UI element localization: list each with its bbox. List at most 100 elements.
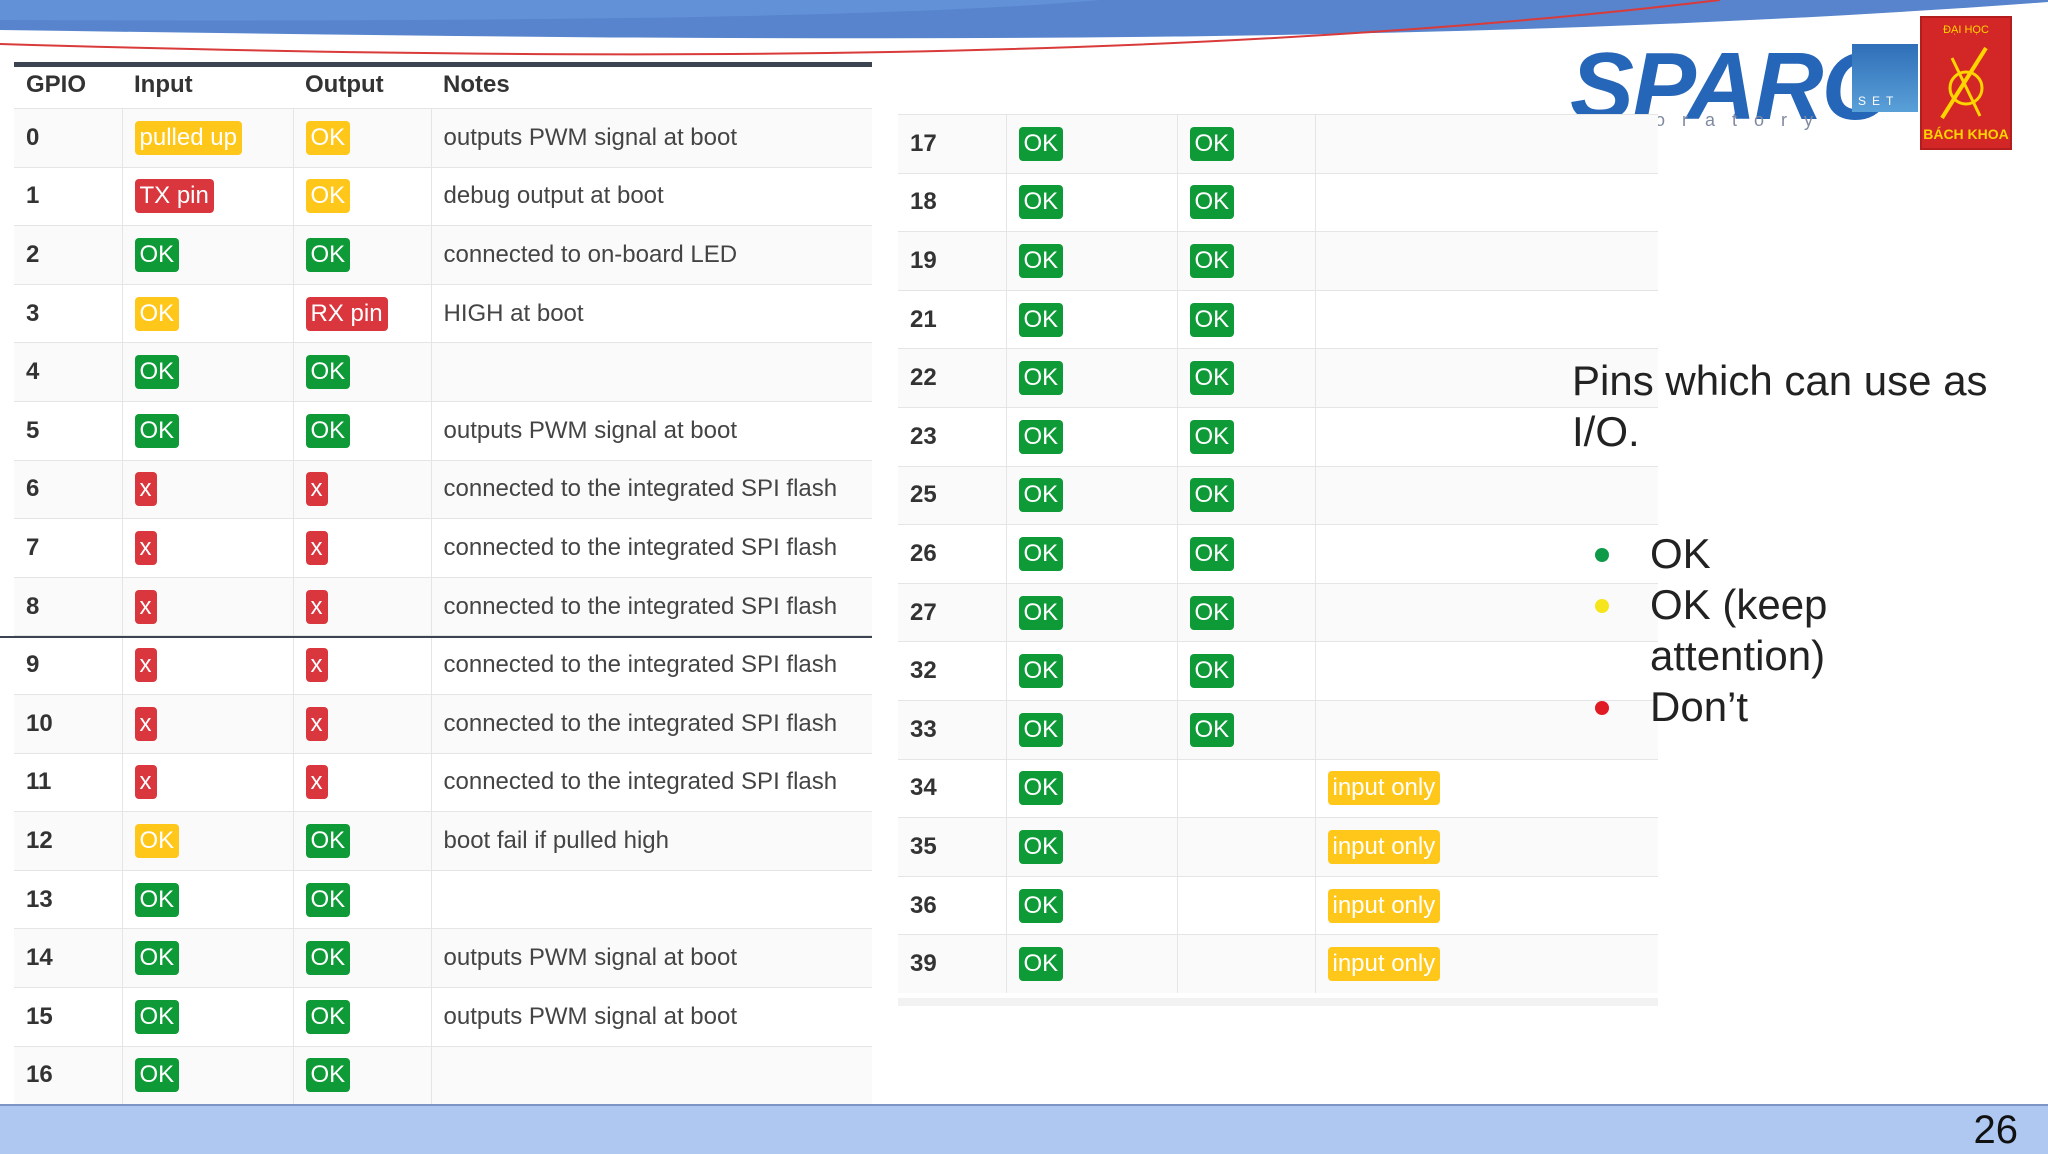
gpio-number: 23 xyxy=(898,406,1006,467)
input-cell: OK xyxy=(121,342,293,402)
status-badge: OK xyxy=(1018,595,1064,630)
notes-cell: outputs PWM signal at boot xyxy=(430,928,872,988)
notes-cell xyxy=(1314,231,1658,291)
table-row: 18 OK OK xyxy=(898,172,1658,232)
gpio-number: 6 xyxy=(14,459,122,519)
status-badge: OK xyxy=(305,120,351,155)
gpio-number: 27 xyxy=(898,582,1006,642)
output-cell: x xyxy=(292,576,431,636)
output-cell: OK xyxy=(1176,289,1315,349)
output-cell: OK xyxy=(1176,524,1315,584)
table-row: 21 OK OK xyxy=(898,289,1658,349)
notes-cell xyxy=(430,342,872,402)
status-badge: OK xyxy=(305,999,351,1034)
side-heading: Pins which can use as I/O. xyxy=(1572,357,1988,455)
status-badge: OK xyxy=(305,355,351,390)
status-badge: OK xyxy=(134,413,180,448)
notes-cell xyxy=(1314,172,1658,232)
status-badge: OK xyxy=(1189,361,1235,396)
table-row: 0 pulled up OK outputs PWM signal at boot xyxy=(14,108,872,168)
status-badge: OK xyxy=(1189,712,1235,747)
notes-cell: debug output at boot xyxy=(430,166,872,226)
table-row: 33 OK OK xyxy=(898,699,1658,760)
input-cell: OK xyxy=(1005,875,1177,935)
input-cell: OK xyxy=(121,811,293,871)
table-row: 13 OK OK xyxy=(14,869,872,929)
table-row: 2 OK OK connected to on-board LED xyxy=(14,225,872,285)
gpio-number: 22 xyxy=(898,348,1006,408)
status-badge: OK xyxy=(1189,419,1235,454)
status-badge: OK xyxy=(134,296,180,331)
status-badge: OK xyxy=(305,1058,351,1093)
output-cell: OK xyxy=(292,986,431,1046)
header-gpio: GPIO xyxy=(26,71,87,98)
input-cell: pulled up xyxy=(121,108,293,168)
status-badge: OK xyxy=(134,355,180,390)
output-cell: OK xyxy=(292,166,431,226)
table-row: 27 OK OK xyxy=(898,582,1658,642)
output-cell: x xyxy=(292,693,431,754)
gpio-number: 33 xyxy=(898,699,1006,760)
table-row: 35 OK input only xyxy=(898,817,1658,877)
output-cell xyxy=(1176,817,1315,877)
gpio-number: 0 xyxy=(14,108,122,168)
table-row: 23 OK OK xyxy=(898,406,1658,467)
status-badge: x xyxy=(134,530,157,565)
status-badge: OK xyxy=(134,1058,180,1093)
right-table-bottom-band xyxy=(898,998,1658,1006)
output-cell xyxy=(1176,875,1315,935)
status-badge: OK xyxy=(1018,712,1064,747)
status-badge: x xyxy=(305,706,328,741)
status-badge: OK xyxy=(1189,185,1235,220)
status-badge: OK xyxy=(1018,829,1064,864)
status-badge: x xyxy=(134,706,157,741)
sparc-logo-subtext: oratory xyxy=(1655,110,1831,130)
table-row: 4 OK OK xyxy=(14,342,872,402)
status-badge: OK xyxy=(1189,478,1235,513)
table-row: 5 OK OK outputs PWM signal at boot xyxy=(14,400,872,461)
status-badge: OK xyxy=(1018,771,1064,806)
gpio-number: 25 xyxy=(898,465,1006,525)
set-logo: SET xyxy=(1852,44,1918,112)
status-badge: OK xyxy=(1018,478,1064,513)
table-row: 7 x x connected to the integrated SPI flash xyxy=(14,518,872,578)
input-cell: OK xyxy=(121,928,293,988)
input-cell: OK xyxy=(121,986,293,1046)
notes-cell: outputs PWM signal at boot xyxy=(430,986,872,1046)
output-cell: RX pin xyxy=(292,283,431,343)
status-badge: OK xyxy=(1018,888,1064,923)
table-row: 16 OK OK xyxy=(14,1045,872,1105)
input-cell: OK xyxy=(1005,817,1177,877)
status-badge: OK xyxy=(305,179,351,214)
notes-cell: input only xyxy=(1314,758,1658,818)
notes-cell: connected to the integrated SPI flash xyxy=(430,576,872,636)
gpio-number: 1 xyxy=(14,166,122,226)
output-cell xyxy=(1176,934,1315,993)
notes-cell: boot fail if pulled high xyxy=(430,811,872,871)
output-cell: x xyxy=(292,518,431,578)
status-badge: TX pin xyxy=(134,179,214,214)
bach-khoa-logo-text: BÁCH KHOA xyxy=(1923,126,2009,142)
notes-cell: outputs PWM signal at boot xyxy=(430,108,872,168)
notes-cell: input only xyxy=(1314,934,1658,993)
status-badge: x xyxy=(305,648,328,683)
gpio-number: 12 xyxy=(14,811,122,871)
gpio-number: 34 xyxy=(898,758,1006,818)
output-cell: OK xyxy=(1176,172,1315,232)
input-cell: OK xyxy=(121,400,293,461)
input-cell: OK xyxy=(1005,406,1177,467)
status-badge: OK xyxy=(1189,595,1235,630)
status-badge: x xyxy=(305,765,328,800)
input-cell: x xyxy=(121,693,293,754)
gpio-number: 36 xyxy=(898,875,1006,935)
status-badge: OK xyxy=(134,882,180,917)
notes-cell xyxy=(1314,114,1658,174)
output-cell: OK xyxy=(292,1045,431,1105)
table-header-row: GPIO Input Output Notes xyxy=(14,62,872,109)
status-badge: OK xyxy=(1018,654,1064,689)
header-notes: Notes xyxy=(443,71,510,98)
gpio-number: 35 xyxy=(898,817,1006,877)
input-cell: x xyxy=(121,459,293,519)
output-cell: OK xyxy=(1176,641,1315,701)
status-badge: input only xyxy=(1327,829,1441,864)
